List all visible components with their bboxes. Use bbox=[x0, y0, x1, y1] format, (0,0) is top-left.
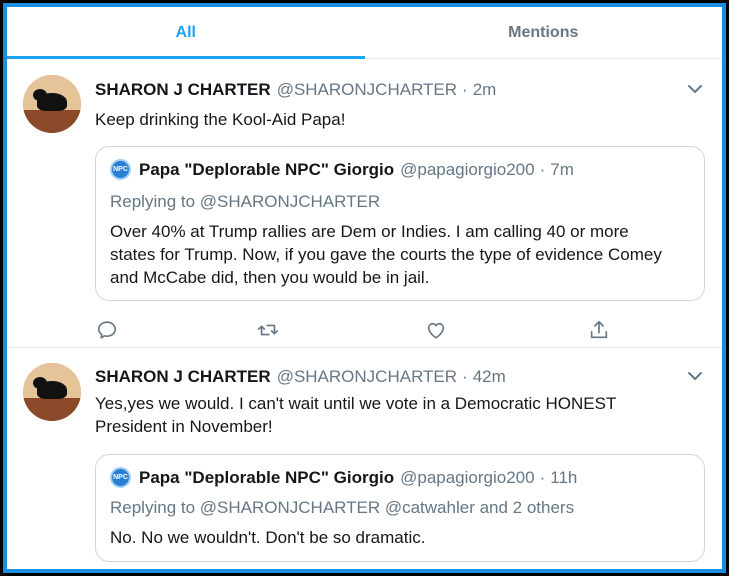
quote-author-handle: @papagiorgio200 bbox=[400, 467, 535, 487]
chevron-down-icon[interactable] bbox=[686, 367, 704, 385]
separator-dot: · bbox=[462, 367, 468, 386]
avatar[interactable] bbox=[23, 75, 81, 133]
quote-time: 7m bbox=[550, 159, 574, 179]
avatar-floor bbox=[23, 109, 81, 133]
quote-header: NPC Papa "Deplorable NPC" Giorgio @papag… bbox=[110, 467, 577, 488]
avatar-floor bbox=[23, 397, 81, 421]
tweet-text-line: President in November! bbox=[95, 417, 273, 436]
share-icon bbox=[590, 320, 608, 339]
separator-dot: · bbox=[539, 467, 546, 487]
active-tab-indicator bbox=[7, 56, 365, 59]
tweet-text: Keep drinking the Kool-Aid Papa! bbox=[95, 110, 346, 129]
tweet-actions bbox=[95, 318, 608, 342]
quote-text-line: No. No we wouldn't. Don't be so dramatic… bbox=[110, 528, 426, 547]
author-name[interactable]: SHARON J CHARTER bbox=[95, 80, 271, 100]
quote-author-handle: @papagiorgio200 bbox=[400, 159, 535, 179]
author-handle[interactable]: @SHARONJCHARTER bbox=[277, 80, 457, 100]
tab-bar: All Mentions bbox=[7, 7, 722, 59]
retweet-button[interactable] bbox=[256, 318, 280, 342]
quote-author-name: Papa "Deplorable NPC" Giorgio bbox=[139, 467, 395, 487]
npc-avatar: NPC bbox=[110, 467, 131, 488]
quote-text-line: and McCabe did, then you would be in jai… bbox=[110, 268, 430, 287]
tweet-time[interactable]: 2m bbox=[473, 80, 497, 100]
separator-dot: · bbox=[539, 159, 546, 179]
avatar-cat-head bbox=[33, 89, 47, 101]
tweet-text: Yes,yes we would. I can't wait until we … bbox=[95, 392, 704, 438]
author-handle[interactable]: @SHARONJCHARTER bbox=[277, 367, 457, 387]
avatar-cat-head bbox=[33, 377, 47, 389]
like-button[interactable] bbox=[424, 318, 448, 342]
quote-time: 11h bbox=[550, 467, 578, 487]
window-frame: All Mentions SHARON J CHARTER @SHARONJCH… bbox=[0, 0, 729, 576]
share-button[interactable] bbox=[587, 318, 611, 342]
notifications-panel: All Mentions SHARON J CHARTER @SHARONJCH… bbox=[7, 7, 722, 569]
replying-to: Replying to @SHARONJCHARTER @catwahler a… bbox=[110, 498, 575, 517]
reply-icon bbox=[97, 321, 117, 339]
quote-author-name: Papa "Deplorable NPC" Giorgio bbox=[139, 159, 395, 179]
quote-text: Over 40% at Trump rallies are Dem or Ind… bbox=[110, 220, 694, 289]
tab-mentions[interactable]: Mentions bbox=[365, 7, 723, 58]
like-icon bbox=[427, 322, 445, 339]
tab-mentions-label: Mentions bbox=[508, 23, 579, 41]
tweet-header: SHARON J CHARTER @SHARONJCHARTER · 2m bbox=[95, 80, 496, 100]
quoted-tweet[interactable]: NPC Papa "Deplorable NPC" Giorgio @papag… bbox=[95, 454, 705, 562]
tweet-text-line: Yes,yes we would. I can't wait until we … bbox=[95, 394, 617, 413]
tab-all[interactable]: All bbox=[7, 7, 365, 59]
tweet-header: SHARON J CHARTER @SHARONJCHARTER · 42m bbox=[95, 367, 506, 387]
quote-header: NPC Papa "Deplorable NPC" Giorgio @papag… bbox=[110, 159, 574, 180]
author-name[interactable]: SHARON J CHARTER bbox=[95, 367, 271, 387]
avatar[interactable] bbox=[23, 363, 81, 421]
quote-text: No. No we wouldn't. Don't be so dramatic… bbox=[110, 526, 694, 549]
tweet-2[interactable]: SHARON J CHARTER @SHARONJCHARTER · 42m Y… bbox=[7, 349, 722, 569]
tab-all-label: All bbox=[175, 23, 196, 41]
quote-text-line: states for Trump. Now, if you gave the c… bbox=[110, 245, 662, 264]
quote-text-line: Over 40% at Trump rallies are Dem or Ind… bbox=[110, 222, 629, 241]
quoted-tweet[interactable]: NPC Papa "Deplorable NPC" Giorgio @papag… bbox=[95, 146, 705, 301]
separator-dot: · bbox=[462, 80, 468, 99]
npc-avatar: NPC bbox=[110, 159, 131, 180]
replying-to: Replying to @SHARONJCHARTER bbox=[110, 192, 381, 211]
tweet-time[interactable]: 42m bbox=[473, 367, 506, 387]
reply-button[interactable] bbox=[95, 318, 119, 342]
tweet-1[interactable]: SHARON J CHARTER @SHARONJCHARTER · 2m Ke… bbox=[7, 60, 722, 348]
chevron-down-icon[interactable] bbox=[686, 80, 704, 98]
retweet-icon bbox=[258, 324, 278, 336]
